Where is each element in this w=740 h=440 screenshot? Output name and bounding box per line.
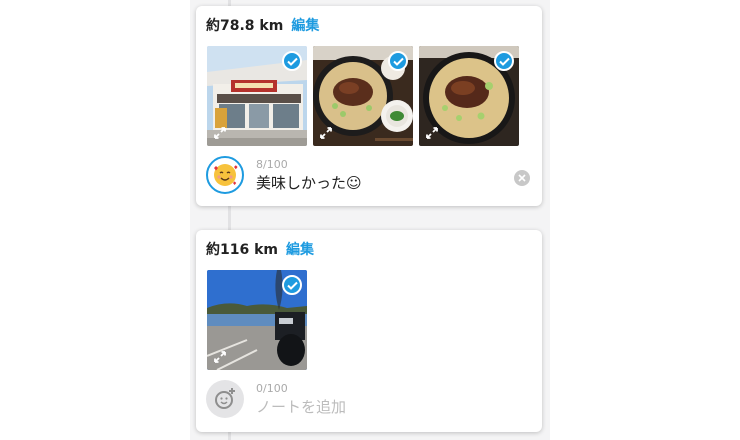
note-text[interactable]: 美味しかった☺ [256, 172, 362, 193]
motorcycle-lakeside-photo[interactable] [207, 270, 307, 370]
expand-icon[interactable] [425, 126, 439, 140]
distance-label: 約78.8 km [206, 18, 284, 34]
add-emoji-icon [215, 388, 235, 409]
smiling-face-hearts-icon [214, 164, 238, 186]
note-char-counter: 8/100 [256, 158, 288, 171]
card-header: 約78.8 km 編集 [206, 15, 319, 35]
note-char-counter: 0/100 [256, 382, 288, 395]
restaurant-exterior-photo[interactable] [207, 46, 307, 146]
noodle-bowl-side-dish-photo[interactable] [313, 46, 413, 146]
check-icon [494, 51, 514, 71]
distance-label: 約116 km [206, 242, 278, 258]
edit-link[interactable]: 編集 [291, 18, 319, 34]
noodle-bowl-photo[interactable] [419, 46, 519, 146]
expand-icon[interactable] [213, 126, 227, 140]
check-icon [388, 51, 408, 71]
photo-strip [207, 270, 307, 370]
edit-link[interactable]: 編集 [286, 242, 314, 258]
emoji-avatar-button[interactable] [206, 156, 244, 194]
stop-card: 約78.8 km 編集 8/100 美味しかった☺ [196, 6, 542, 206]
expand-icon[interactable] [213, 350, 227, 364]
check-icon [282, 51, 302, 71]
card-header: 約116 km 編集 [206, 239, 314, 259]
note-input[interactable]: ノートを追加 [256, 396, 346, 417]
stop-card: 約116 km 編集 0/100 ノートを追加 [196, 230, 542, 432]
check-icon [282, 275, 302, 295]
expand-icon[interactable] [319, 126, 333, 140]
photo-strip [207, 46, 519, 146]
add-emoji-button[interactable] [206, 380, 244, 418]
clear-icon[interactable] [514, 170, 530, 186]
